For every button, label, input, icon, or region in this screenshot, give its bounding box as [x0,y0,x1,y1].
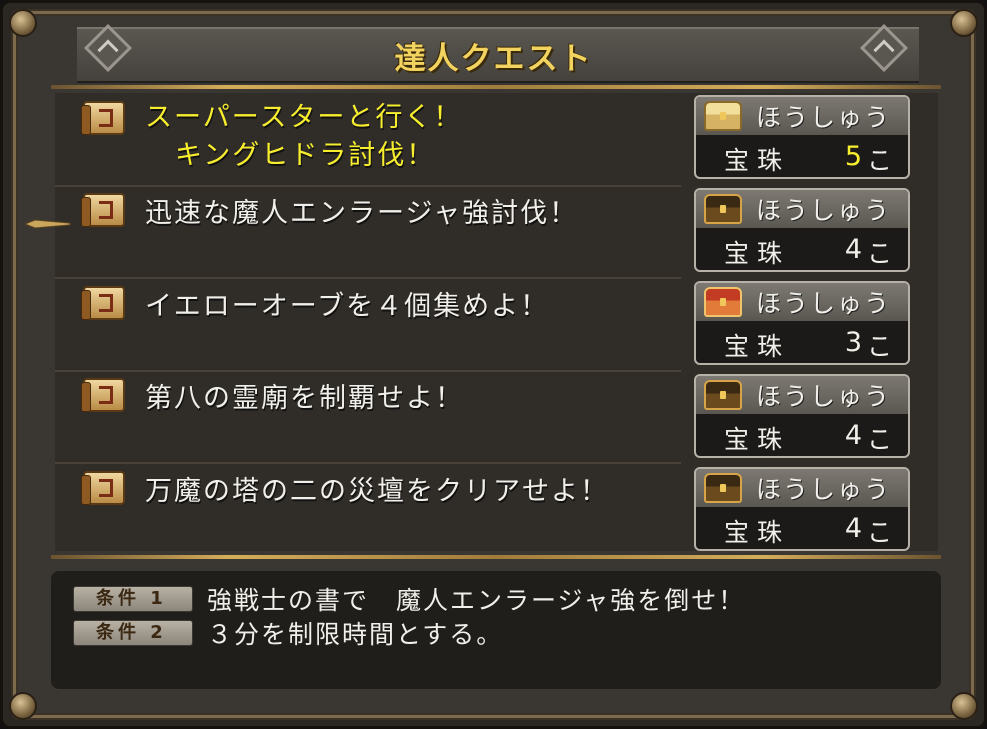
reward-unit: こ [866,518,892,547]
reward-quantity: 5 [844,141,862,172]
reward-unit: こ [866,332,892,361]
quest-title-line2: キングヒドラ討伐！ [175,140,436,171]
reward-item: 宝珠 [724,518,791,547]
reward-unit: こ [866,239,892,268]
quest-title-line1: スーパースターと行く！ [145,102,463,133]
reward-item: 宝珠 [724,239,791,268]
reward-header: ほうしゅう [696,283,908,321]
reward-header: ほうしゅう [696,469,908,507]
quest-scroll-icon [81,101,125,135]
reward-header: ほうしゅう [696,190,908,228]
reward-box-5: ほうしゅう 宝珠 4 こ [694,467,910,551]
reward-box-3: ほうしゅう 宝珠 3 こ [694,281,910,365]
reward-box-2: ほうしゅう 宝珠 4 こ [694,188,910,272]
top-divider [51,85,941,89]
quest-window: 達人クエスト スーパースターと行く！ キングヒドラ討伐！ 迅速な魔人エンラージャ… [0,0,987,729]
quest-title: 第八の霊廟を制覇せよ！ [145,383,464,414]
reward-quantity: 4 [844,420,862,451]
reward-label: ほうしゅう [756,196,892,225]
quest-title: イエローオーブを４個集めよ！ [145,291,550,322]
treasure-chest-icon [704,101,742,131]
bottom-divider [51,555,941,559]
reward-unit: こ [866,425,892,454]
reward-item: 宝珠 [724,332,791,361]
corner-ornament-bottom-right [950,692,978,720]
quest-title: 迅速な魔人エンラージャ強討伐！ [145,198,579,229]
quest-row-2[interactable]: 迅速な魔人エンラージャ強討伐！ [55,185,681,279]
treasure-chest-icon [704,194,742,224]
quest-row-5[interactable]: 万魔の塔の二の災壇をクリアせよ！ [55,463,681,555]
quest-scroll-icon [81,378,125,412]
condition-badge-1: 条件 1 [73,586,193,612]
reward-box-1: ほうしゅう 宝珠 5 こ [694,95,910,179]
quest-row-3[interactable]: イエローオーブを４個集めよ！ [55,278,681,372]
reward-label: ほうしゅう [756,382,892,411]
reward-header: ほうしゅう [696,97,908,135]
reward-label: ほうしゅう [756,475,892,504]
quest-scroll-icon [81,193,125,227]
quest-title: 万魔の塔の二の災壇をクリアせよ！ [145,476,609,507]
reward-unit: こ [866,146,892,175]
quest-scroll-icon [81,286,125,320]
condition-badge-2: 条件 2 [73,620,193,646]
quest-row-1[interactable]: スーパースターと行く！ キングヒドラ討伐！ [55,93,681,187]
treasure-chest-icon [704,287,742,317]
reward-header: ほうしゅう [696,376,908,414]
window-title: 達人クエスト [394,41,593,77]
reward-quantity: 3 [844,327,862,358]
selection-cursor-icon [25,219,71,229]
quest-scroll-icon [81,471,125,505]
reward-item: 宝珠 [724,146,791,175]
condition-text-2: ３分を制限時間とする。 [207,620,504,649]
reward-label: ほうしゅう [756,289,892,318]
treasure-chest-icon [704,473,742,503]
quest-row-4[interactable]: 第八の霊廟を制覇せよ！ [55,370,681,464]
reward-quantity: 4 [844,234,862,265]
reward-box-4: ほうしゅう 宝珠 4 こ [694,374,910,458]
reward-label: ほうしゅう [756,103,892,132]
treasure-chest-icon [704,380,742,410]
reward-item: 宝珠 [724,425,791,454]
corner-ornament-bottom-left [9,692,37,720]
reward-quantity: 4 [844,513,862,544]
condition-text-1: 強戦士の書で 魔人エンラージャ強を倒せ！ [207,586,746,615]
